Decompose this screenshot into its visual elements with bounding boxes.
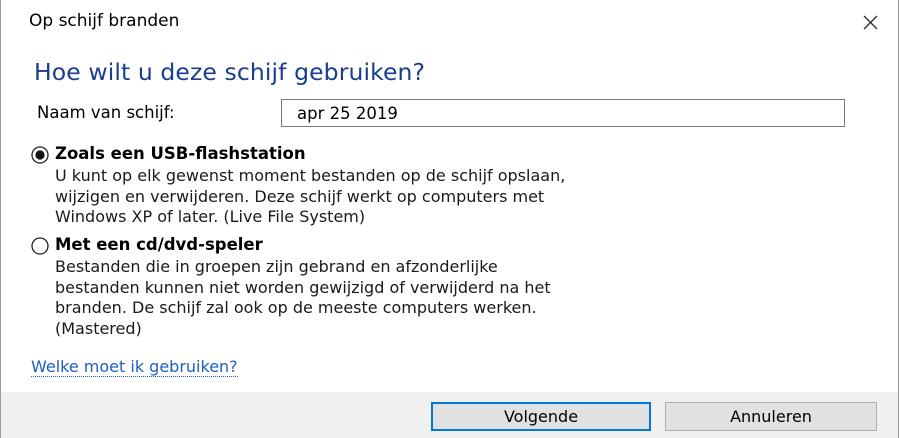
disc-name-input[interactable] — [281, 99, 845, 127]
disc-name-label: Naam van schijf: — [37, 103, 175, 122]
title-bar: Op schijf branden — [1, 0, 898, 44]
dialog-footer: Volgende Annuleren — [1, 392, 898, 438]
radio-selected-icon[interactable] — [31, 146, 49, 164]
window-title: Op schijf branden — [29, 11, 180, 31]
radio-unselected-icon[interactable] — [31, 237, 49, 255]
option-usb-desc-line: wijzigen en verwijderen. Deze schijf wer… — [55, 186, 545, 206]
help-link[interactable]: Welke moet ik gebruiken? — [31, 357, 238, 377]
cancel-button[interactable]: Annuleren — [665, 402, 877, 431]
option-cd-desc-line: bestanden kunnen niet worden gewijzigd o… — [55, 277, 551, 297]
next-button[interactable]: Volgende — [431, 402, 651, 431]
option-usb-description: U kunt op elk gewenst moment bestanden o… — [55, 166, 565, 228]
option-cd-desc-line: (Mastered) — [55, 318, 142, 338]
option-usb-desc-line: U kunt op elk gewenst moment bestanden o… — [55, 166, 566, 185]
option-cd-desc-line: Bestanden die in groepen zijn gebrand en… — [55, 257, 498, 276]
option-cd-title[interactable]: Met een cd/dvd-speler — [55, 235, 263, 254]
option-cd-description: Bestanden die in groepen zijn gebrand en… — [55, 257, 551, 339]
option-usb-desc-line: Windows XP of later. (Live File System) — [55, 207, 366, 226]
page-heading: Hoe wilt u deze schijf gebruiken? — [34, 58, 426, 86]
option-cd-desc-line: branden. De schijf zal ook op de meeste … — [55, 298, 537, 317]
option-usb-title[interactable]: Zoals een USB-flashstation — [55, 144, 306, 163]
close-icon — [863, 15, 878, 30]
burn-disc-dialog: Op schijf branden Hoe wilt u deze schijf… — [0, 0, 899, 438]
close-button[interactable] — [852, 6, 888, 38]
